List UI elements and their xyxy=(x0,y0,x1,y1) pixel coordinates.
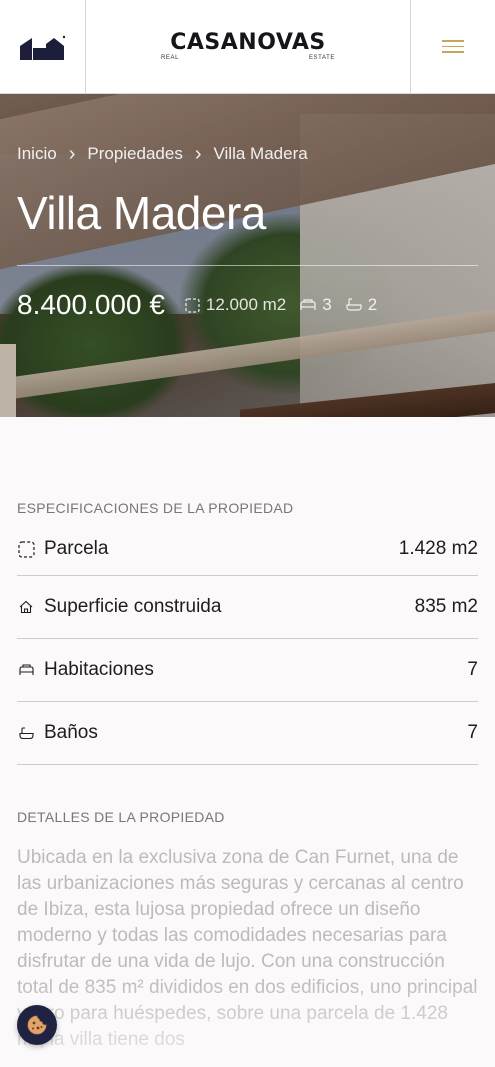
breadcrumb-current: Villa Madera xyxy=(213,144,308,163)
specs-heading: ESPECIFICACIONES DE LA PROPIEDAD xyxy=(17,500,294,516)
brand-subtitle: REAL ESTATE xyxy=(161,54,335,61)
plot-icon xyxy=(185,297,200,313)
spec-label: Baños xyxy=(44,722,98,743)
bathtub-icon xyxy=(17,724,35,742)
bed-icon xyxy=(17,661,35,679)
brand-sub-left: REAL xyxy=(161,55,180,61)
cookie-settings-button[interactable] xyxy=(17,1005,57,1045)
breadcrumb-properties[interactable]: Propiedades xyxy=(87,144,182,164)
chevron-right-icon: › xyxy=(68,142,76,165)
hamburger-menu-icon xyxy=(442,40,464,53)
spec-value: 7 xyxy=(467,722,478,743)
breadcrumb: Inicio › Propiedades › Villa Madera xyxy=(17,144,308,164)
brand-name: CASANOVAS xyxy=(170,30,326,55)
spec-row-built-area: Superficie construida 835 m2 xyxy=(17,576,478,639)
price: 8.400.000 € xyxy=(17,289,165,320)
bathrooms-stat: 2 xyxy=(346,295,377,315)
spec-label: Parcela xyxy=(44,538,109,559)
chevron-right-icon: › xyxy=(194,142,202,165)
bathtub-icon xyxy=(346,298,362,311)
breadcrumb-home[interactable]: Inicio xyxy=(17,144,57,164)
spec-value: 1.428 m2 xyxy=(398,538,478,559)
spec-list: Parcela 1.428 m2 Superficie construida 8… xyxy=(17,523,478,765)
bedrooms-stat: 3 xyxy=(300,295,332,315)
area-value: 12.000 m2 xyxy=(205,295,287,314)
hero-banner: Inicio › Propiedades › Villa Madera Vill… xyxy=(0,94,495,417)
spec-value: 835 m2 xyxy=(414,596,478,617)
brand-logo: CASANOVAS REAL ESTATE xyxy=(161,30,335,62)
details-heading: DETALLES DE LA PROPIEDAD xyxy=(17,809,225,825)
spec-row-bathrooms: Baños 7 xyxy=(17,702,478,765)
hero-stats: 8.400.000 € 12.000 m2 3 2 xyxy=(17,289,391,321)
spec-row-bedrooms: Habitaciones 7 xyxy=(17,639,478,702)
property-description: Ubicada en la exclusiva zona de Can Furn… xyxy=(17,847,478,1050)
brand-link[interactable]: CASANOVAS REAL ESTATE xyxy=(86,0,410,93)
divider xyxy=(17,265,478,266)
brand-sub-right: ESTATE xyxy=(308,55,335,61)
cookie-icon xyxy=(27,1015,47,1035)
casanovas-mark-icon xyxy=(19,35,65,60)
logo-link[interactable] xyxy=(0,0,86,93)
site-header: CASANOVAS REAL ESTATE xyxy=(0,0,495,94)
page-title: Villa Madera xyxy=(17,187,266,239)
house-icon xyxy=(17,598,35,616)
bed-icon xyxy=(300,299,316,310)
spec-label: Superficie construida xyxy=(44,596,222,617)
plot-icon xyxy=(17,540,35,558)
bedrooms-value: 3 xyxy=(322,295,332,314)
menu-button[interactable] xyxy=(410,0,495,93)
spec-label: Habitaciones xyxy=(44,659,154,680)
bathrooms-value: 2 xyxy=(367,295,378,314)
spec-row-plot: Parcela 1.428 m2 xyxy=(17,523,478,576)
area-stat: 12.000 m2 xyxy=(185,295,286,315)
spec-value: 7 xyxy=(467,659,478,680)
